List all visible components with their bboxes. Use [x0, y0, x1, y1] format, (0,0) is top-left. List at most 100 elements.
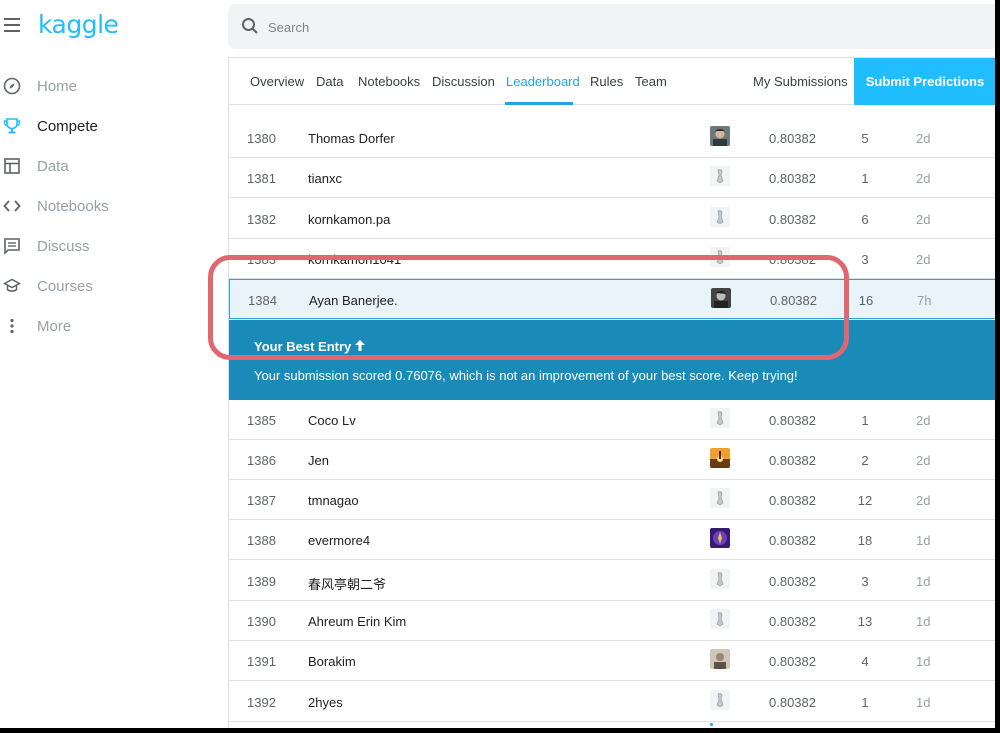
last-submission-cell: 1d — [916, 654, 931, 670]
submission-result-message: Your submission scored 0.76076, which is… — [254, 367, 798, 383]
entries-cell: 5 — [861, 131, 869, 146]
tier-dots-icon — [710, 471, 720, 484]
sidebar-item-home[interactable]: Home — [0, 66, 228, 106]
score-cell: 0.80382 — [769, 493, 816, 509]
avatar[interactable] — [710, 568, 730, 589]
trophy-icon — [2, 116, 22, 136]
submit-predictions-button[interactable]: Submit Predictions — [854, 58, 995, 105]
last-submission-cell: 2d — [916, 452, 931, 468]
best-entry-title[interactable]: Your Best Entry — [254, 339, 366, 354]
table-row[interactable]: 1389 春风亭朝二爷 0.80382 3 1d — [229, 560, 995, 605]
score-cell: 0.80382 — [769, 412, 816, 428]
team-name-cell: tianxc — [308, 171, 342, 187]
avatar[interactable] — [710, 689, 730, 710]
active-tab-indicator — [505, 102, 573, 105]
tab-leaderboard[interactable]: Leaderboard — [506, 74, 580, 89]
entries-cell: 6 — [861, 211, 869, 227]
avatar[interactable] — [710, 246, 730, 267]
team-name-cell: kornkamon.pa — [308, 211, 391, 227]
sidebar-item-label: Notebooks — [37, 197, 109, 215]
table-row[interactable]: 1383 kornkamon1041 0.80382 3 2d — [229, 238, 995, 283]
competition-content: Overview Data Notebooks Discussion Leade… — [228, 57, 995, 728]
entries-cell: 4 — [861, 654, 869, 670]
avatar[interactable] — [710, 206, 730, 227]
last-submission-cell: 1d — [916, 614, 931, 629]
menu-icon[interactable] — [4, 18, 20, 32]
avatar[interactable] — [710, 447, 730, 468]
table-row[interactable]: 1385 Coco Lv 0.80382 1 2d — [229, 399, 995, 444]
entries-cell: 2 — [861, 452, 869, 468]
kaggle-logo[interactable]: kaggle — [38, 10, 119, 39]
team-name-cell: Jen — [308, 452, 329, 468]
rank-cell: 1386 — [247, 452, 276, 468]
last-submission-cell: 2d — [916, 211, 931, 227]
team-name-cell: tmnagao — [308, 493, 359, 509]
my-submissions-link[interactable]: My Submissions — [753, 74, 848, 89]
team-name-cell: Ahreum Erin Kim — [308, 614, 407, 629]
tier-dots-icon — [710, 149, 720, 162]
tier-dots-icon — [710, 230, 720, 243]
avatar[interactable] — [710, 609, 730, 629]
table-row[interactable]: 1388 evermore4 0.80382 18 1d — [229, 520, 995, 565]
compass-icon — [2, 76, 22, 96]
rank-cell: 1392 — [247, 694, 276, 710]
team-name-cell: Ayan Banerjee. — [309, 293, 398, 309]
table-row[interactable]: 1387 tmnagao 0.80382 12 2d — [229, 480, 995, 525]
tier-dots-icon — [710, 511, 720, 525]
last-submission-cell: 2d — [916, 493, 931, 509]
table-row[interactable]: 1390 Ahreum Erin Kim 0.80382 13 1d — [229, 601, 995, 645]
last-submission-cell: 1d — [916, 694, 931, 710]
tab-overview[interactable]: Overview — [250, 74, 304, 89]
avatar[interactable] — [711, 288, 731, 309]
avatar[interactable] — [710, 488, 730, 509]
tab-team[interactable]: Team — [635, 74, 667, 89]
score-cell: 0.80382 — [770, 293, 817, 309]
comment-icon — [2, 236, 22, 256]
app-window: kaggle Home Compete Data Notebooks Discu… — [0, 0, 995, 728]
tier-dots-icon — [710, 431, 720, 444]
best-entry-banner: Your Best Entry Your submission scored 0.… — [229, 319, 995, 400]
team-name-cell: 2hyes — [308, 694, 343, 710]
search-icon[interactable] — [241, 17, 259, 35]
avatar[interactable] — [710, 126, 730, 146]
table-row[interactable]: 1384 Ayan Banerjee. 0.80382 16 7h — [229, 279, 995, 325]
avatar[interactable] — [710, 649, 730, 670]
tab-rules[interactable]: Rules — [590, 74, 623, 89]
rank-cell: 1388 — [247, 533, 276, 549]
sidebar: kaggle Home Compete Data Notebooks Discu… — [0, 0, 228, 728]
table-row[interactable]: 1386 Jen 0.80382 2 2d — [229, 439, 995, 484]
tier-dots-icon — [710, 672, 720, 686]
sidebar-item-data[interactable]: Data — [0, 146, 228, 186]
last-submission-cell: 1d — [916, 533, 931, 549]
tab-discussion[interactable]: Discussion — [432, 74, 495, 89]
sidebar-item-discuss[interactable]: Discuss — [0, 226, 228, 266]
table-row[interactable]: 1382 kornkamon.pa 0.80382 6 2d — [229, 198, 995, 243]
team-name-cell: evermore4 — [308, 533, 371, 549]
tier-dots-icon — [710, 713, 720, 726]
search-input[interactable] — [268, 16, 768, 38]
rank-cell: 1380 — [247, 131, 276, 146]
table-row[interactable]: 1380 Thomas Dorfer 0.80382 5 2d — [229, 118, 995, 162]
entries-cell: 3 — [861, 573, 869, 589]
more-vert-icon — [2, 316, 22, 336]
tab-notebooks[interactable]: Notebooks — [358, 74, 420, 89]
avatar[interactable] — [710, 407, 730, 428]
sidebar-item-label: Courses — [37, 277, 93, 295]
sidebar-item-label: Data — [37, 157, 69, 175]
rank-cell: 1382 — [247, 211, 276, 227]
avatar[interactable] — [710, 166, 730, 187]
table-row[interactable]: 1392 2hyes 0.80382 1 1d — [229, 681, 995, 726]
avatar[interactable] — [710, 528, 730, 549]
sidebar-item-notebooks[interactable]: Notebooks — [0, 186, 228, 226]
sidebar-item-courses[interactable]: Courses — [0, 266, 228, 306]
entries-cell: 12 — [857, 493, 873, 509]
tab-data[interactable]: Data — [316, 74, 343, 89]
score-cell: 0.80382 — [769, 211, 816, 227]
sidebar-nav: Home Compete Data Notebooks Discuss Cour… — [0, 66, 228, 346]
sidebar-item-compete[interactable]: Compete — [0, 106, 228, 146]
sidebar-item-more[interactable]: More — [0, 306, 228, 346]
table-row[interactable]: 1381 tianxc 0.80382 1 2d — [229, 158, 995, 203]
table-row[interactable]: 1391 Borakim 0.80382 4 1d — [229, 641, 995, 686]
rank-cell: 1390 — [247, 614, 276, 629]
rank-cell: 1391 — [247, 654, 276, 670]
